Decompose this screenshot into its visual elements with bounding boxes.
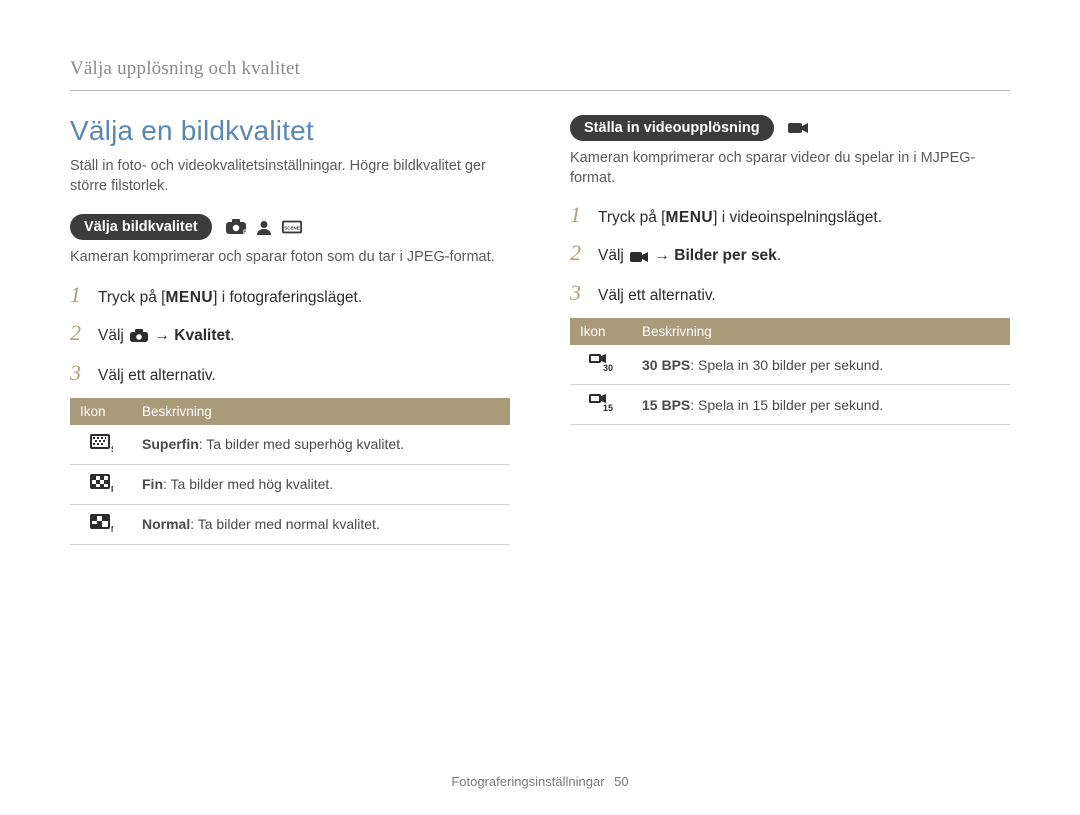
fps15-icon: 15 bbox=[589, 393, 613, 413]
page-number: 50 bbox=[614, 774, 628, 789]
mode-icons: P SCENE bbox=[226, 219, 302, 235]
steps-list: 1 Tryck på [MENU] i videoinspelningsläge… bbox=[570, 202, 1010, 306]
person-icon bbox=[254, 219, 274, 235]
menu-button-label: MENU bbox=[165, 289, 213, 306]
normal-icon: N bbox=[89, 513, 113, 533]
step-3: 3 Välj ett alternativ. bbox=[570, 280, 1010, 306]
page-footer: Fotograferingsinställningar 50 bbox=[0, 774, 1080, 789]
step-2: 2 Välj → Bilder per sek. bbox=[570, 240, 1010, 268]
step-text: Tryck på [ bbox=[598, 209, 665, 226]
intro-text: Ställ in foto- och videokvalitetsinställ… bbox=[70, 157, 510, 196]
step-2: 2 Välj → Kvalitet. bbox=[70, 320, 510, 348]
pill-image-quality: Välja bildkvalitet bbox=[70, 214, 212, 240]
table-row: F Fin: Ta bilder med hög kvalitet. bbox=[70, 464, 510, 504]
breadcrumb: Välja upplösning och kvalitet bbox=[70, 58, 1010, 91]
mode-icons bbox=[788, 120, 808, 136]
step-text: . bbox=[777, 247, 781, 264]
row-name: 30 BPS bbox=[642, 357, 690, 373]
footer-section: Fotograferingsinställningar bbox=[451, 774, 604, 789]
svg-text:P: P bbox=[243, 230, 246, 235]
th-icon: Ikon bbox=[570, 318, 632, 345]
row-name: Fin bbox=[142, 476, 163, 492]
row-name: 15 BPS bbox=[642, 397, 690, 413]
arrow: → bbox=[154, 327, 174, 344]
table-row: 30 30 BPS: Spela in 30 bilder per sekund… bbox=[570, 345, 1010, 385]
step-text: . bbox=[230, 327, 234, 344]
svg-text:F: F bbox=[111, 485, 113, 493]
sub-description: Kameran komprimerar och sparar videor du… bbox=[570, 149, 1010, 188]
step-number: 1 bbox=[570, 202, 588, 228]
camera-p-icon: P bbox=[226, 219, 246, 235]
table-row: 15 15 BPS: Spela in 15 bilder per sekund… bbox=[570, 385, 1010, 425]
sub-description: Kameran komprimerar och sparar foton som… bbox=[70, 248, 510, 268]
step-text: ] i videoinspelningsläget. bbox=[713, 209, 882, 226]
row-name: Normal bbox=[142, 516, 190, 532]
step-text: Välj bbox=[98, 327, 128, 344]
th-desc: Beskrivning bbox=[132, 398, 510, 425]
row-desc: : Spela in 30 bilder per sekund. bbox=[690, 357, 883, 373]
arrow: → bbox=[654, 247, 674, 264]
scene-icon: SCENE bbox=[282, 219, 302, 235]
row-desc: : Ta bilder med superhög kvalitet. bbox=[199, 436, 404, 452]
section-heading: Välja en bildkvalitet bbox=[70, 115, 510, 147]
quality-table: Ikon Beskrivning SF Superfin: Ta bilder … bbox=[70, 398, 510, 545]
step-text: Välj ett alternativ. bbox=[598, 287, 716, 305]
svg-text:SF: SF bbox=[111, 445, 113, 453]
right-column: Ställa in videoupplösning Kameran kompri… bbox=[570, 115, 1010, 545]
th-icon: Ikon bbox=[70, 398, 132, 425]
step-3: 3 Välj ett alternativ. bbox=[70, 360, 510, 386]
row-desc: : Ta bilder med normal kvalitet. bbox=[190, 516, 380, 532]
svg-text:15: 15 bbox=[603, 403, 613, 413]
camera-icon bbox=[130, 329, 148, 348]
step-text: ] i fotograferingsläget. bbox=[213, 289, 362, 306]
svg-text:SCENE: SCENE bbox=[284, 226, 300, 231]
step-number: 3 bbox=[570, 280, 588, 306]
video-icon bbox=[630, 250, 648, 268]
svg-text:N: N bbox=[111, 525, 113, 533]
menu-button-label: MENU bbox=[665, 209, 713, 226]
video-icon bbox=[788, 120, 808, 136]
subsection-header-row: Välja bildkvalitet P SCENE bbox=[70, 214, 510, 240]
step-number: 2 bbox=[70, 320, 88, 346]
step-text: Tryck på [ bbox=[98, 289, 165, 306]
fine-icon: F bbox=[89, 473, 113, 493]
left-column: Välja en bildkvalitet Ställ in foto- och… bbox=[70, 115, 510, 545]
step-number: 3 bbox=[70, 360, 88, 386]
steps-list: 1 Tryck på [MENU] i fotograferingsläget.… bbox=[70, 282, 510, 386]
step-1: 1 Tryck på [MENU] i fotograferingsläget. bbox=[70, 282, 510, 308]
fps30-icon: 30 bbox=[589, 353, 613, 373]
table-row: SF Superfin: Ta bilder med superhög kval… bbox=[70, 425, 510, 465]
step-text: Välj ett alternativ. bbox=[98, 367, 216, 385]
step-number: 1 bbox=[70, 282, 88, 308]
step-bold: Bilder per sek bbox=[674, 247, 777, 264]
superfine-icon: SF bbox=[89, 433, 113, 453]
svg-text:30: 30 bbox=[603, 363, 613, 373]
step-number: 2 bbox=[570, 240, 588, 266]
step-text: Välj bbox=[598, 247, 628, 264]
step-1: 1 Tryck på [MENU] i videoinspelningsläge… bbox=[570, 202, 1010, 228]
subsection-header-row: Ställa in videoupplösning bbox=[570, 115, 1010, 141]
row-desc: : Ta bilder med hög kvalitet. bbox=[163, 476, 333, 492]
step-bold: Kvalitet bbox=[174, 327, 230, 344]
fps-table: Ikon Beskrivning 30 30 BPS: Spela in 30 … bbox=[570, 318, 1010, 425]
pill-video-resolution: Ställa in videoupplösning bbox=[570, 115, 774, 141]
table-row: N Normal: Ta bilder med normal kvalitet. bbox=[70, 504, 510, 544]
th-desc: Beskrivning bbox=[632, 318, 1010, 345]
row-name: Superfin bbox=[142, 436, 199, 452]
row-desc: : Spela in 15 bilder per sekund. bbox=[690, 397, 883, 413]
content-columns: Välja en bildkvalitet Ställ in foto- och… bbox=[70, 115, 1010, 545]
